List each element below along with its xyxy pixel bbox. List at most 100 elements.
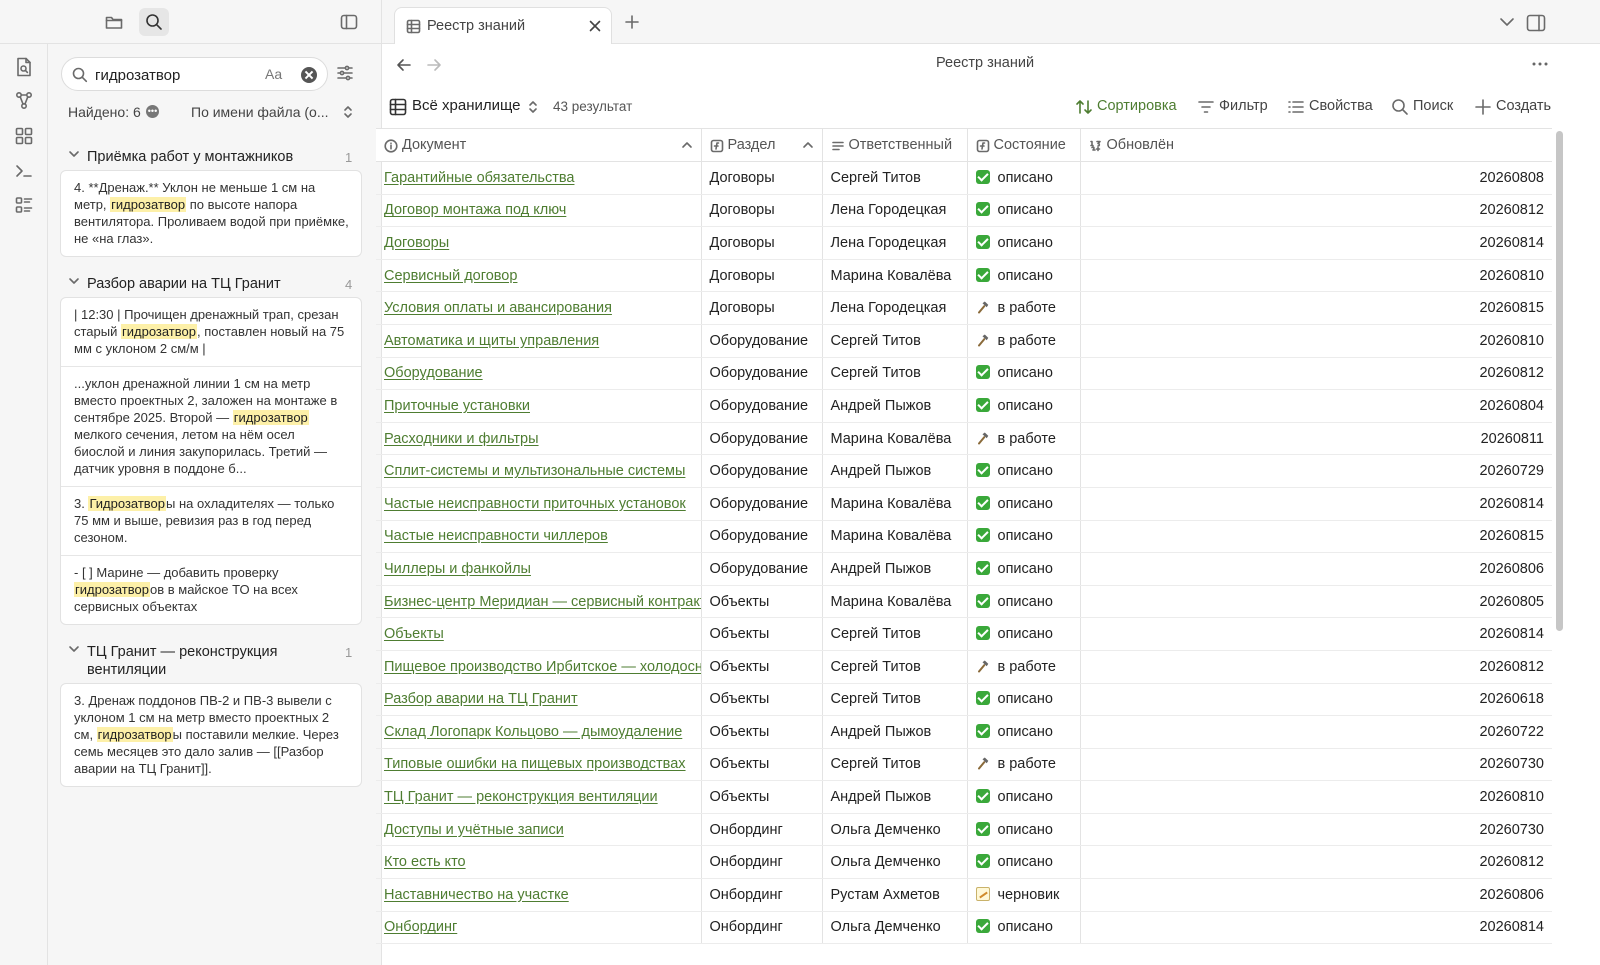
cell-updated[interactable]: 20260812 — [1080, 845, 1552, 880]
cell-owner[interactable]: Андрей Пыжов — [822, 715, 968, 749]
cell-section[interactable]: Оборудование — [701, 357, 823, 391]
cell-owner[interactable]: Лена Городецкая — [822, 226, 968, 260]
cell-owner[interactable]: Ольга Демченко — [822, 813, 968, 847]
cell-section[interactable]: Объекты — [701, 650, 823, 684]
cell-status[interactable]: описано — [967, 389, 1081, 423]
cell-section[interactable]: Онбординг — [701, 813, 823, 847]
blocks-icon[interactable] — [13, 125, 35, 147]
document-link[interactable]: Частые неисправности чиллеров — [384, 528, 608, 544]
cell-owner[interactable]: Сергей Титов — [822, 357, 968, 391]
cell-owner[interactable]: Рустам Ахметов — [822, 878, 968, 912]
column-header-status[interactable]: Состояние — [967, 128, 1081, 162]
cell-owner[interactable]: Андрей Пыжов — [822, 552, 968, 586]
cell-updated[interactable]: 20260814 — [1080, 617, 1552, 651]
column-header-owner[interactable]: Ответственный — [822, 128, 968, 162]
document-link[interactable]: ТЦ Гранит — реконструкция вентиляции — [384, 789, 658, 805]
document-link[interactable]: Договор монтажа под ключ — [384, 202, 566, 218]
cell-updated[interactable]: 20260814 — [1080, 487, 1552, 521]
cell-status[interactable]: в работе — [967, 422, 1081, 456]
arrow-right-icon[interactable] — [425, 56, 443, 74]
cell-updated[interactable]: 20260810 — [1080, 780, 1552, 814]
cell-owner[interactable]: Марина Ковалёва — [822, 487, 968, 521]
cell-status[interactable]: описано — [967, 845, 1081, 880]
table-scrollbar[interactable] — [1556, 131, 1563, 631]
column-header-updated[interactable]: Обновлён — [1080, 128, 1552, 162]
cell-updated[interactable]: 20260814 — [1080, 226, 1552, 260]
cell-status[interactable]: описано — [967, 357, 1081, 391]
cell-section[interactable]: Оборудование — [701, 487, 823, 521]
cell-updated[interactable]: 20260812 — [1080, 194, 1552, 228]
cell-owner[interactable]: Лена Городецкая — [822, 291, 968, 325]
cell-updated[interactable]: 20260722 — [1080, 715, 1552, 749]
sidebar-toggle-icon[interactable] — [334, 8, 364, 36]
plus-icon[interactable] — [624, 14, 640, 30]
cell-updated[interactable]: 20260810 — [1080, 259, 1552, 293]
document-link[interactable]: Склад Логопарк Кольцово — дымоудаление — [384, 724, 682, 740]
cell-updated[interactable]: 20260730 — [1080, 748, 1552, 782]
cell-section[interactable]: Договоры — [701, 226, 823, 260]
chevron-down-icon[interactable] — [1499, 16, 1515, 28]
cell-owner[interactable]: Сергей Титов — [822, 161, 968, 195]
cell-status[interactable]: описано — [967, 715, 1081, 749]
search-match[interactable]: 3. Дренаж поддонов ПВ-2 и ПВ-3 вывели с … — [61, 684, 361, 786]
arrow-left-icon[interactable] — [395, 56, 413, 74]
cell-updated[interactable]: 20260805 — [1080, 585, 1552, 619]
cell-owner[interactable]: Сергей Титов — [822, 617, 968, 651]
cell-owner[interactable]: Андрей Пыжов — [822, 454, 968, 488]
cell-status[interactable]: описано — [967, 683, 1081, 717]
cell-status[interactable]: в работе — [967, 324, 1081, 358]
document-link[interactable]: Частые неисправности приточных установок — [384, 496, 686, 512]
document-link[interactable]: Типовые ошибки на пищевых производствах — [384, 756, 686, 772]
cell-updated[interactable]: 20260806 — [1080, 552, 1552, 586]
cell-status[interactable]: описано — [967, 194, 1081, 228]
search-match[interactable]: ...уклон дренажной линии 1 см на метр вм… — [61, 366, 361, 486]
cell-status[interactable]: описано — [967, 552, 1081, 586]
cell-section[interactable]: Оборудование — [701, 520, 823, 554]
document-link[interactable]: Онбординг — [384, 919, 457, 935]
cell-owner[interactable]: Сергей Титов — [822, 748, 968, 782]
cell-updated[interactable]: 20260729 — [1080, 454, 1552, 488]
cell-updated[interactable]: 20260618 — [1080, 683, 1552, 717]
chevron-down-icon[interactable] — [68, 150, 80, 158]
cell-section[interactable]: Объекты — [701, 748, 823, 782]
cell-section[interactable]: Договоры — [701, 291, 823, 325]
cell-status[interactable]: в работе — [967, 650, 1081, 684]
document-link[interactable]: Чиллеры и фанкойлы — [384, 561, 531, 577]
cell-status[interactable]: черновик — [967, 878, 1081, 912]
cell-status[interactable]: описано — [967, 813, 1081, 847]
right-sidebar-toggle-icon[interactable] — [1525, 12, 1547, 34]
result-file-title[interactable]: Разбор аварии на ТЦ Гранит — [87, 275, 342, 293]
tab-registry[interactable]: Реестр знаний — [394, 7, 612, 44]
cell-updated[interactable]: 20260812 — [1080, 650, 1552, 684]
cell-status[interactable]: описано — [967, 520, 1081, 554]
cell-owner[interactable]: Ольга Демченко — [822, 911, 968, 945]
document-link[interactable]: Договоры — [384, 235, 449, 251]
search-match[interactable]: | 12:30 | Прочищен дренажный трап, среза… — [61, 298, 361, 366]
cell-status[interactable]: описано — [967, 585, 1081, 619]
chevron-updown-icon[interactable] — [341, 103, 355, 121]
terminal-icon[interactable] — [13, 160, 35, 182]
chevron-up-icon[interactable] — [802, 141, 814, 149]
cell-status[interactable]: в работе — [967, 291, 1081, 325]
cell-section[interactable]: Онбординг — [701, 845, 823, 880]
cell-section[interactable]: Оборудование — [701, 422, 823, 456]
cell-section[interactable]: Оборудование — [701, 389, 823, 423]
cell-owner[interactable]: Лена Городецкая — [822, 194, 968, 228]
cell-owner[interactable]: Сергей Титов — [822, 650, 968, 684]
document-link[interactable]: Гарантийные обязательства — [384, 170, 574, 186]
chevron-updown-icon[interactable] — [527, 99, 539, 115]
result-group-header[interactable]: Приёмка работ у монтажников 1 — [48, 142, 382, 170]
chevron-down-icon[interactable] — [68, 645, 80, 653]
cell-updated[interactable]: 20260806 — [1080, 878, 1552, 912]
search-icon[interactable] — [139, 8, 169, 36]
cell-updated[interactable]: 20260814 — [1080, 911, 1552, 945]
column-header-section[interactable]: Раздел — [701, 128, 823, 162]
cell-updated[interactable]: 20260808 — [1080, 161, 1552, 195]
close-icon[interactable] — [587, 18, 603, 34]
cell-owner[interactable]: Сергей Титов — [822, 324, 968, 358]
cell-owner[interactable]: Марина Ковалёва — [822, 259, 968, 293]
result-group-header[interactable]: ТЦ Гранит — реконструкция вентиляции 1 — [48, 637, 382, 683]
cell-owner[interactable]: Ольга Демченко — [822, 845, 968, 880]
search-settings-icon[interactable] — [335, 63, 355, 83]
file-search-icon[interactable] — [13, 56, 35, 78]
